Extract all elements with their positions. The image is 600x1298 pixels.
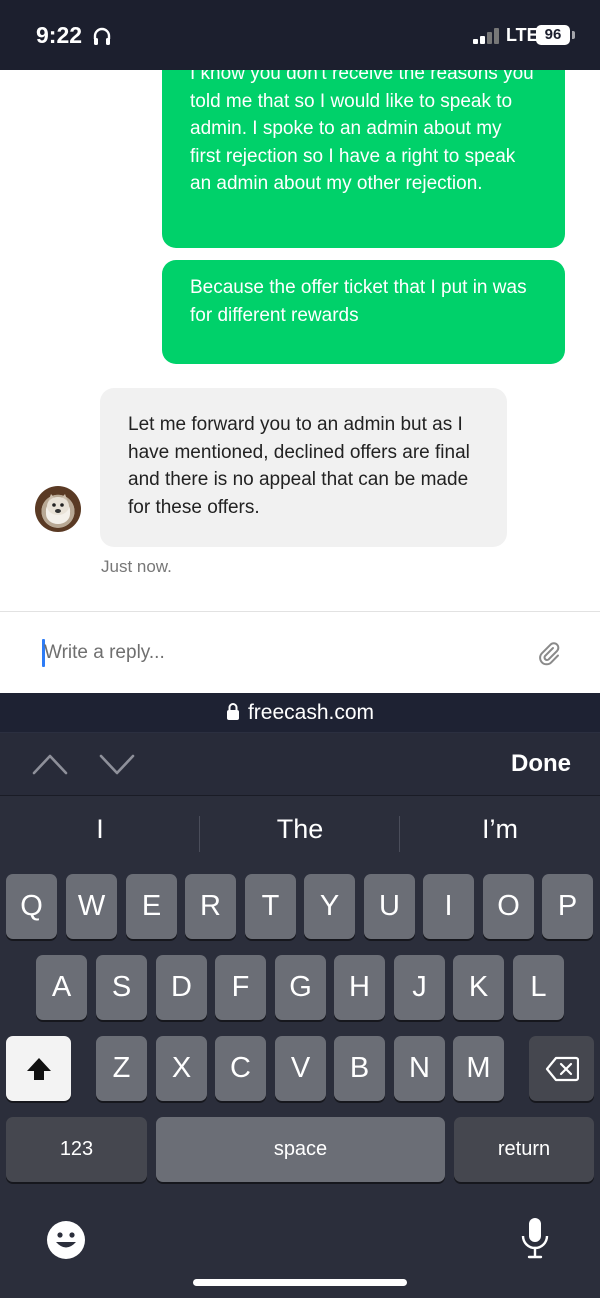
key-y[interactable]: Y: [304, 874, 355, 939]
suggestion-1[interactable]: I: [0, 814, 200, 845]
space-key[interactable]: space: [156, 1117, 445, 1182]
key-o[interactable]: O: [483, 874, 534, 939]
shift-key[interactable]: [6, 1036, 71, 1101]
backspace-key[interactable]: [529, 1036, 594, 1101]
chat-thread[interactable]: I know you don't receive the reasons you…: [0, 70, 600, 612]
done-button[interactable]: Done: [511, 750, 571, 778]
key-w[interactable]: W: [66, 874, 117, 939]
reply-bar: [0, 611, 600, 693]
backspace-icon: [545, 1056, 579, 1082]
chevron-up-icon[interactable]: [32, 751, 68, 782]
outgoing-message: I know you don't receive the reasons you…: [162, 70, 565, 248]
battery-tip: [572, 31, 575, 39]
key-z[interactable]: Z: [96, 1036, 147, 1101]
microphone-icon[interactable]: [520, 1216, 550, 1265]
key-p[interactable]: P: [542, 874, 593, 939]
paperclip-icon[interactable]: [536, 640, 562, 671]
key-e[interactable]: E: [126, 874, 177, 939]
url-text: freecash.com: [247, 701, 375, 724]
key-l[interactable]: L: [513, 955, 564, 1020]
lock-icon: [226, 695, 240, 735]
key-m[interactable]: M: [453, 1036, 504, 1101]
key-b[interactable]: B: [334, 1036, 385, 1101]
status-bar: 9:22 LTE 96: [0, 0, 600, 70]
key-n[interactable]: N: [394, 1036, 445, 1101]
key-f[interactable]: F: [215, 955, 266, 1020]
home-indicator[interactable]: [193, 1279, 407, 1286]
emoji-icon[interactable]: [45, 1219, 87, 1266]
key-a[interactable]: A: [36, 955, 87, 1020]
key-s[interactable]: S: [96, 955, 147, 1020]
incoming-message: Let me forward you to an admin but as I …: [100, 388, 507, 547]
key-q[interactable]: Q: [6, 874, 57, 939]
headphones-icon: [92, 26, 112, 51]
suggestion-3[interactable]: I’m: [400, 814, 600, 845]
outgoing-message: Because the offer ticket that I put in w…: [162, 260, 565, 364]
chevron-down-icon[interactable]: [99, 751, 135, 782]
numbers-key[interactable]: 123: [6, 1117, 147, 1182]
key-k[interactable]: K: [453, 955, 504, 1020]
key-r[interactable]: R: [185, 874, 236, 939]
status-time: 9:22: [36, 22, 83, 48]
key-d[interactable]: D: [156, 955, 207, 1020]
key-h[interactable]: H: [334, 955, 385, 1020]
key-i[interactable]: I: [423, 874, 474, 939]
form-accessory-bar: Done: [0, 733, 600, 796]
agent-avatar: [35, 486, 81, 532]
return-key[interactable]: return: [454, 1117, 594, 1182]
network-type: LTE: [506, 25, 539, 45]
key-v[interactable]: V: [275, 1036, 326, 1101]
suggestion-2[interactable]: The: [200, 814, 400, 845]
key-x[interactable]: X: [156, 1036, 207, 1101]
shift-icon: [25, 1055, 53, 1083]
browser-url-bar[interactable]: freecash.com: [0, 693, 600, 733]
reply-input[interactable]: [44, 640, 514, 666]
key-g[interactable]: G: [275, 955, 326, 1020]
key-u[interactable]: U: [364, 874, 415, 939]
key-j[interactable]: J: [394, 955, 445, 1020]
signal-icon: [473, 28, 501, 49]
key-t[interactable]: T: [245, 874, 296, 939]
key-c[interactable]: C: [215, 1036, 266, 1101]
message-timestamp: Just now.: [101, 557, 172, 576]
battery-indicator: 96: [536, 25, 570, 45]
